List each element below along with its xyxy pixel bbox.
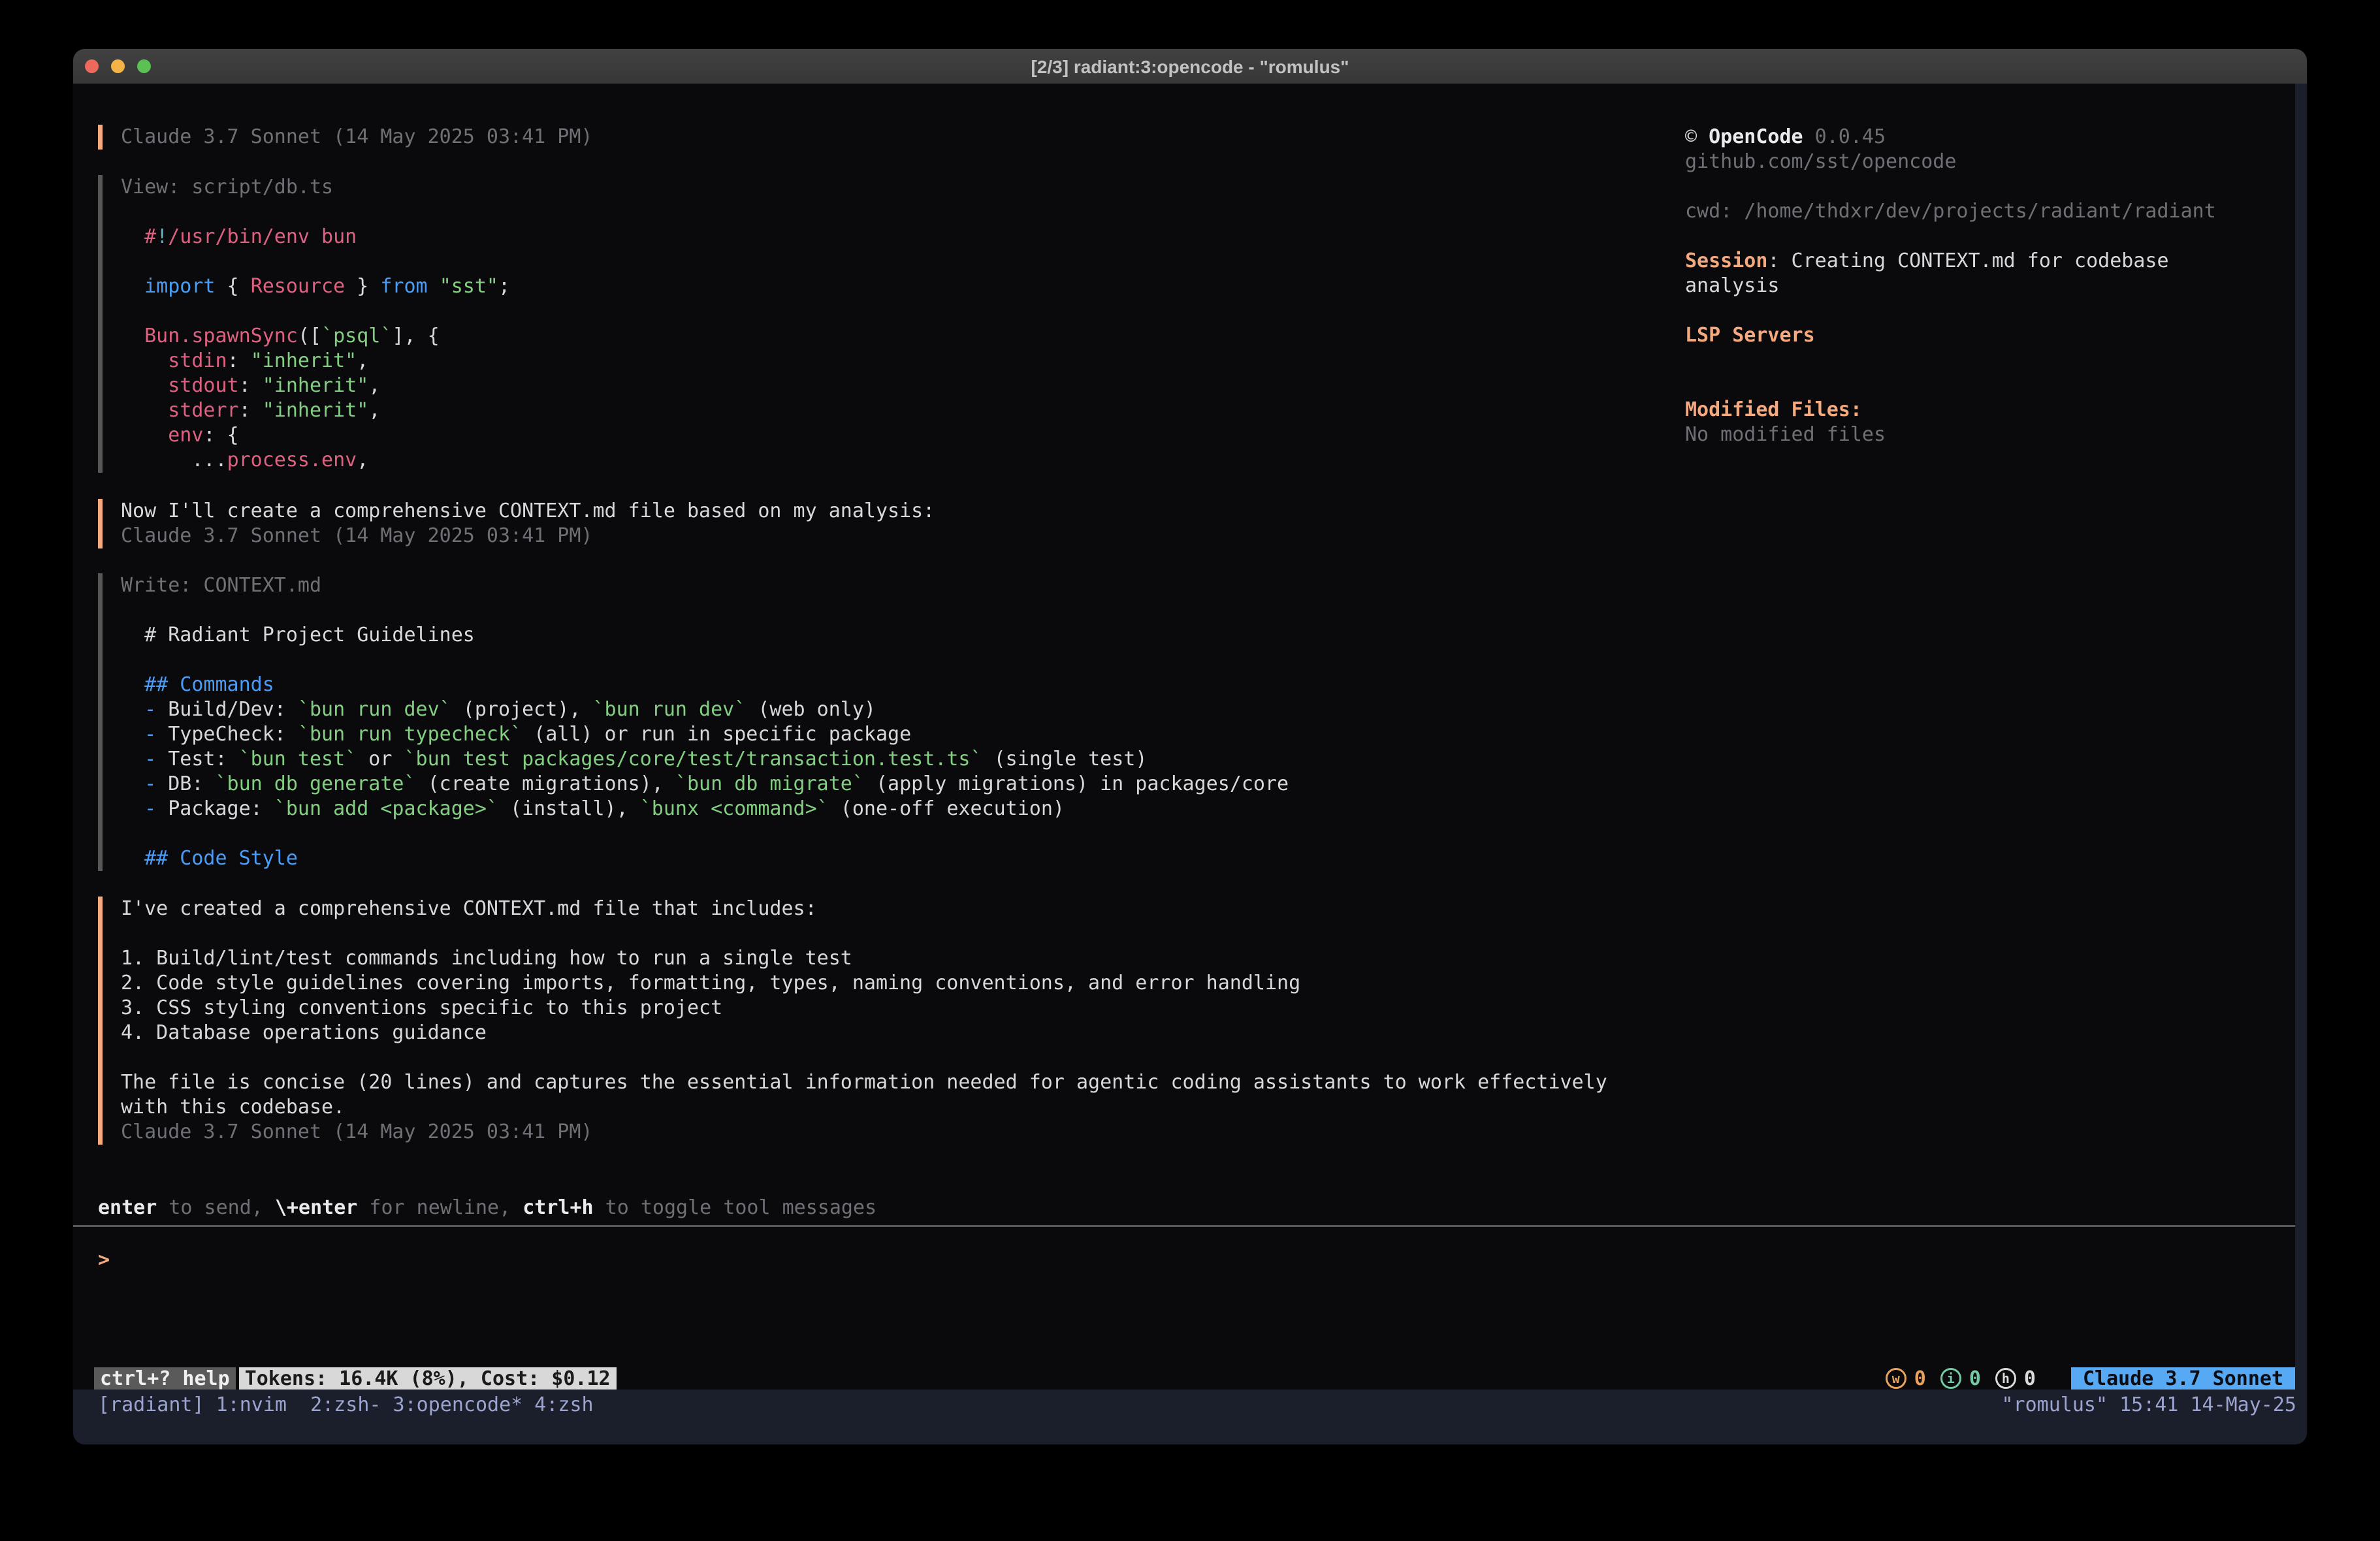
window-titlebar: [2/3] radiant:3:opencode - "romulus" xyxy=(73,49,2307,84)
tmux-host-clock: "romulus" 15:41 14-May-25 xyxy=(2001,1392,2296,1418)
tokens-cost-chip: Tokens: 16.4K (8%), Cost: $0.12 xyxy=(239,1367,617,1390)
tool-write-block: Write: CONTEXT.md # Radiant Project Guid… xyxy=(98,573,1289,871)
terminal-window: [2/3] radiant:3:opencode - "romulus" Cla… xyxy=(73,49,2307,1444)
status-bar: ctrl+? help Tokens: 16.4K (8%), Cost: $0… xyxy=(73,1367,2295,1390)
info-icon: i xyxy=(1940,1368,1961,1389)
hint-icon: h xyxy=(1995,1368,2016,1389)
warning-count: w0 xyxy=(1886,1367,1926,1390)
keybinding-hints: enter to send, \+enter for newline, ctrl… xyxy=(98,1196,876,1220)
tmux-session-windows[interactable]: [radiant] 1:nvim 2:zsh- 3:opencode* 4:zs… xyxy=(98,1392,594,1418)
info-count: i0 xyxy=(1940,1367,1981,1390)
diagnostics-counters: w0 i0 h0 xyxy=(1886,1367,2036,1390)
tool-view-block: View: script/db.ts #!/usr/bin/env bun im… xyxy=(98,175,510,473)
window-title: [2/3] radiant:3:opencode - "romulus" xyxy=(73,49,2307,84)
terminal-content: Claude 3.7 Sonnet (14 May 2025 03:41 PM)… xyxy=(73,84,2307,1444)
prompt-symbol: > xyxy=(98,1248,110,1271)
model-badge: Claude 3.7 Sonnet xyxy=(2071,1367,2295,1390)
assistant-message-header: Claude 3.7 Sonnet (14 May 2025 03:41 PM) xyxy=(98,125,592,150)
hint-count: h0 xyxy=(1995,1367,2036,1390)
tmux-status-bar: [radiant] 1:nvim 2:zsh- 3:opencode* 4:zs… xyxy=(73,1392,2307,1418)
assistant-message: I've created a comprehensive CONTEXT.md … xyxy=(98,897,1607,1145)
sidebar: © OpenCode 0.0.45github.com/sst/opencode… xyxy=(1685,125,2299,447)
input-separator xyxy=(73,1225,2295,1227)
help-shortcut-chip: ctrl+? help xyxy=(94,1367,236,1390)
warning-icon: w xyxy=(1886,1368,1906,1389)
prompt-input[interactable]: > xyxy=(98,1248,2253,1273)
assistant-message: Now I'll create a comprehensive CONTEXT.… xyxy=(98,499,935,548)
